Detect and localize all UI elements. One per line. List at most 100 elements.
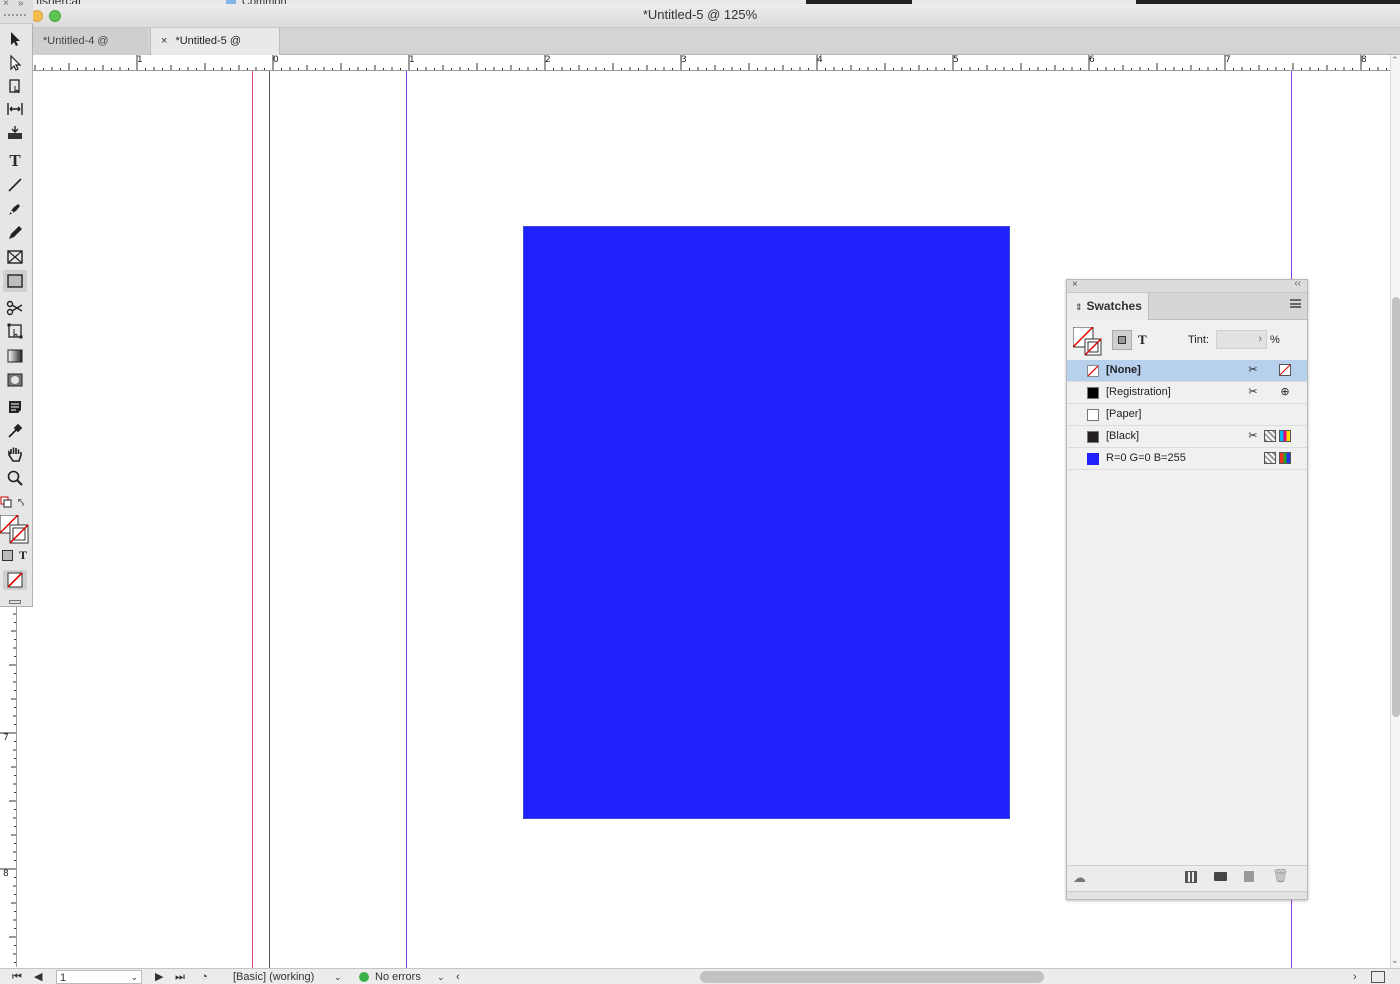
gap-tool-icon[interactable] (3, 98, 27, 120)
process-color-icon (1264, 430, 1276, 442)
black-chip-icon (1087, 431, 1099, 443)
vertical-scroll-thumb[interactable] (1392, 297, 1400, 717)
ruler-label: 5 (953, 55, 959, 65)
swatch-row-black[interactable]: [Black] ✂ (1067, 426, 1307, 448)
swatch-row-blue[interactable]: R=0 G=0 B=255 (1067, 448, 1307, 470)
tint-input[interactable]: › (1216, 330, 1267, 349)
rectangle-frame-tool-icon[interactable] (3, 246, 27, 268)
swatch-row-paper[interactable]: [Paper] (1067, 404, 1307, 426)
scroll-up-icon[interactable]: ⌃ (1391, 55, 1399, 66)
expand-icon[interactable]: » (18, 0, 24, 9)
direct-selection-tool-icon[interactable] (3, 52, 27, 74)
bleed-guide-left (252, 71, 253, 968)
scissors-tool-icon[interactable] (3, 297, 27, 319)
first-page-icon[interactable]: ⏮ (12, 970, 22, 984)
zoom-tool-icon[interactable] (3, 467, 27, 489)
vertical-scrollbar[interactable]: ⌃ ⌄ (1390, 55, 1400, 968)
page-tool-icon[interactable] (3, 75, 27, 97)
previous-page-icon[interactable]: ◀ (34, 970, 42, 984)
free-transform-tool-icon[interactable] (3, 320, 27, 342)
chevron-down-icon[interactable]: ⌄ (334, 970, 342, 984)
note-tool-icon[interactable] (3, 396, 27, 418)
ruler-label: 3 (681, 55, 687, 65)
close-panel-icon[interactable]: × (1072, 279, 1078, 290)
close-icon[interactable]: × (3, 0, 9, 9)
next-page-icon[interactable]: ▶ (155, 970, 163, 984)
formatting-text-icon[interactable]: T (19, 548, 27, 563)
hand-tool-icon[interactable] (3, 443, 27, 465)
chevron-down-icon[interactable]: ⌄ (130, 970, 138, 984)
split-window-icon[interactable] (1371, 971, 1385, 983)
content-collector-tool-icon[interactable] (3, 122, 27, 144)
scroll-left-icon[interactable]: ‹ (456, 970, 460, 984)
swap-fill-stroke-icon[interactable]: ⤣ (18, 497, 24, 510)
non-editable-icon: ✂ (1248, 386, 1258, 398)
formatting-container-button[interactable] (1112, 330, 1132, 350)
panel-menu-icon[interactable] (1290, 299, 1301, 308)
default-fill-stroke-icon[interactable] (0, 496, 12, 508)
vertical-ruler[interactable]: 7 8 (0, 607, 17, 967)
ruler-ticks (0, 613, 16, 963)
cc-library-icon[interactable]: ☁ (1073, 870, 1086, 886)
chevron-down-icon[interactable]: ⌄ (437, 970, 445, 984)
line-tool-icon[interactable] (3, 174, 27, 196)
horizontal-ruler[interactable]: 1 0 1 2 3 4 5 6 7 8 (33, 55, 1390, 71)
status-bar: ⏮ ◀ 1 ⌄ ▶ ⏭ ◔ [Basic] (working) ⌄ No erro… (0, 968, 1400, 984)
gradient-feather-tool-icon[interactable] (3, 369, 27, 391)
formatting-container-icon[interactable] (2, 550, 13, 561)
pen-tool-icon[interactable] (3, 198, 27, 220)
preflight-status-icon (359, 972, 369, 982)
tint-unit: % (1270, 334, 1280, 346)
selection-tool-icon[interactable] (3, 28, 27, 50)
horizontal-scroll-thumb[interactable] (700, 971, 1044, 983)
formatting-text-button[interactable]: T (1138, 332, 1147, 348)
zoom-button[interactable] (49, 10, 61, 22)
swatches-panel: × ‹‹ ⇕ Swatches T Tint: › % [None] ✂ [Reg… (1066, 278, 1308, 900)
tint-slider-arrow-icon[interactable]: › (1258, 333, 1262, 345)
collapse-panel-icon[interactable]: ‹‹ (1294, 278, 1301, 289)
swatch-name: [Registration] (1106, 386, 1171, 398)
fill-stroke-proxy[interactable] (0, 514, 30, 545)
tools-panel-header[interactable]: × » (0, 0, 33, 24)
last-page-icon[interactable]: ⏭ (175, 970, 185, 984)
margin-guide-left (406, 71, 407, 968)
new-swatch-icon[interactable] (1244, 871, 1254, 882)
page-number-value: 1 (60, 972, 67, 984)
gradient-swatch-tool-icon[interactable] (3, 345, 27, 367)
delete-swatch-icon[interactable]: 🗑 (1272, 868, 1289, 884)
pencil-tool-icon[interactable] (3, 222, 27, 244)
swatches-tab-bar: ⇕ Swatches (1067, 293, 1307, 320)
preflight-errors[interactable]: No errors (375, 970, 421, 984)
new-color-group-icon[interactable] (1214, 872, 1227, 881)
non-editable-icon: ✂ (1248, 430, 1258, 442)
ruler-label: 0 (273, 55, 279, 65)
page-edge-left (269, 71, 270, 968)
apply-none-button[interactable] (3, 570, 27, 590)
blue-chip-icon (1087, 453, 1099, 465)
screen-mode-icon[interactable] (9, 600, 21, 604)
blue-rectangle-frame[interactable] (523, 226, 1010, 819)
registration-chip-icon (1087, 387, 1099, 399)
swatch-row-registration[interactable]: [Registration] ✂ ⊕ (1067, 382, 1307, 404)
type-tool-icon[interactable]: T (3, 150, 27, 172)
tools-panel: × » T ⤣ T (0, 0, 33, 607)
scroll-right-icon[interactable]: › (1353, 970, 1357, 984)
tab-untitled-4[interactable]: *Untitled-4 @ 200% (33, 28, 148, 73)
fill-stroke-selector[interactable] (1072, 326, 1103, 357)
page-number-field[interactable]: 1 ⌄ (56, 970, 142, 984)
preflight-profile[interactable]: [Basic] (working) (233, 970, 314, 984)
open-document-icon[interactable]: ◔ (201, 970, 208, 984)
panel-resize-grip[interactable] (1067, 891, 1307, 899)
close-tab-icon[interactable]: × (161, 35, 167, 47)
swatch-row-none[interactable]: [None] ✂ (1067, 360, 1307, 382)
tab-untitled-5[interactable]: ×*Untitled-5 @ 125% (150, 28, 280, 73)
show-swatch-views-icon[interactable] (1185, 871, 1197, 883)
rectangle-tool-icon[interactable] (3, 270, 27, 292)
swatches-panel-header[interactable]: × ‹‹ (1067, 278, 1307, 293)
scroll-down-icon[interactable]: ⌄ (1391, 955, 1399, 966)
ruler-label: 7 (1225, 55, 1231, 65)
swatches-tab[interactable]: ⇕ Swatches (1067, 293, 1149, 320)
non-editable-icon: ✂ (1248, 364, 1258, 376)
ruler-label: 7 (3, 733, 9, 743)
eyedropper-tool-icon[interactable] (3, 420, 27, 442)
